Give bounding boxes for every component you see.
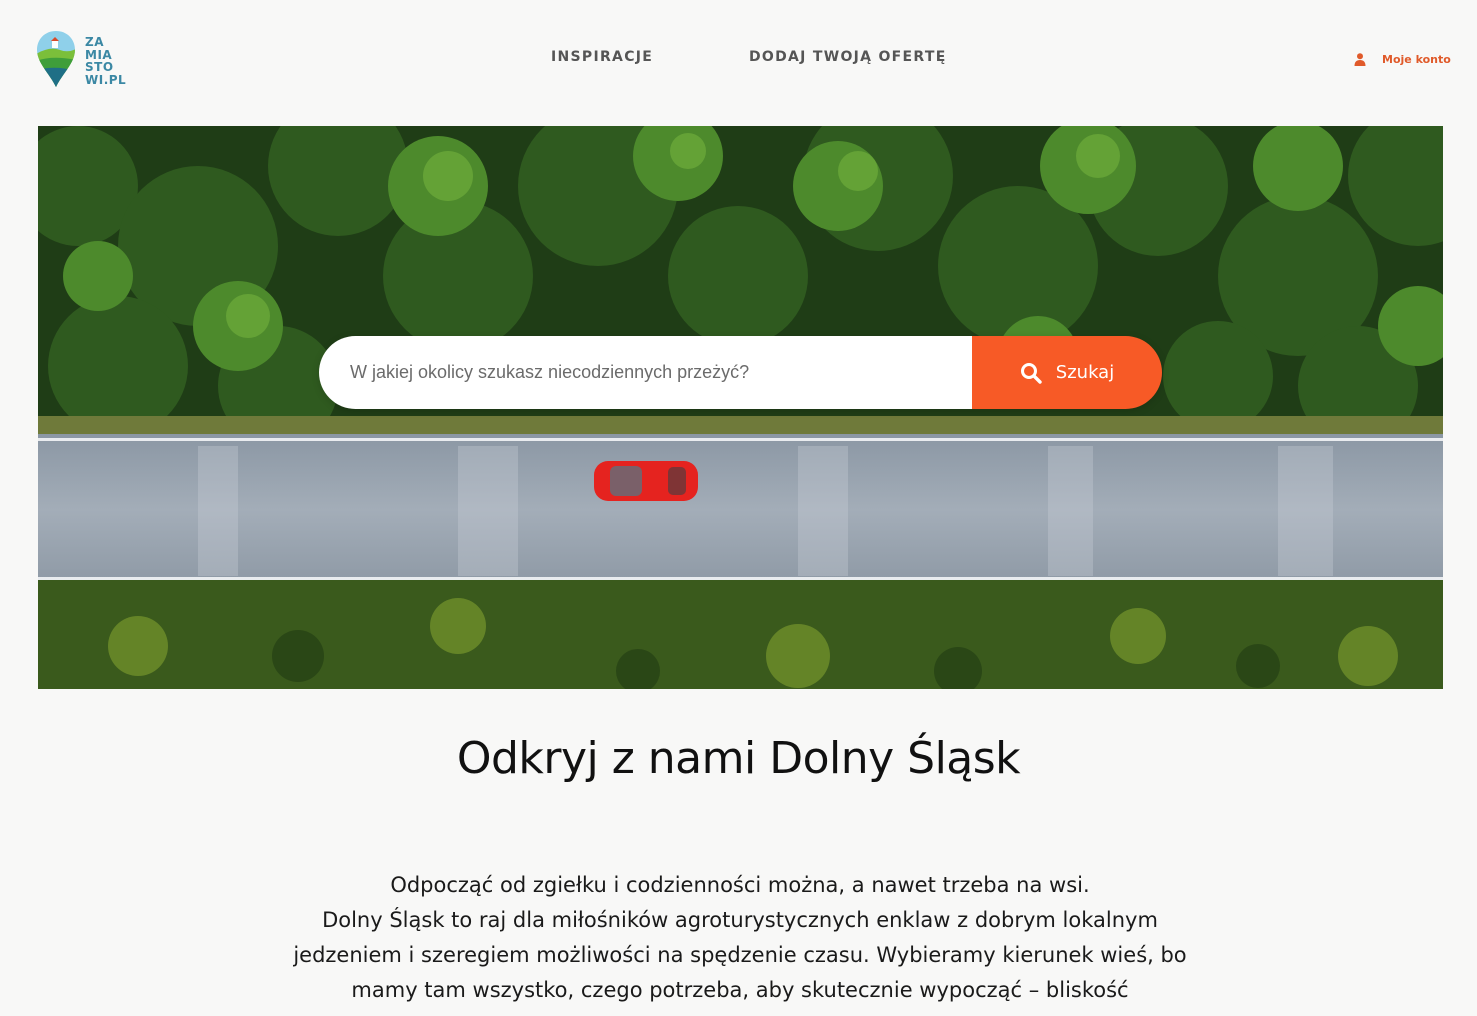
main-nav: INSPIRACJE DODAJ TWOJĄ OFERTĘ [0,49,1477,69]
nav-item-add-offer[interactable]: DODAJ TWOJĄ OFERTĘ [749,49,947,65]
my-account-label: Moje konto [1382,53,1451,66]
search-bar: Szukaj [319,336,1162,409]
page-title: Odkryj z nami Dolny Śląsk [456,733,1021,784]
search-button-label: Szukaj [1055,362,1115,383]
magnifier-icon [1020,362,1042,384]
hero-banner: Szukaj [38,126,1443,689]
intro-paragraph: Dolny Śląsk to raj dla miłośników agrotu… [293,908,1187,1002]
site-header: ZA MIA STO WI.PL INSPIRACJE DODAJ TWOJĄ … [0,0,1477,126]
intro-text: Odpocząć od zgiełku i codzienności można… [288,868,1192,1008]
search-button[interactable]: Szukaj [972,336,1162,409]
search-input[interactable] [319,336,972,409]
my-account-link[interactable]: Moje konto [1354,53,1451,66]
logo-line: WI.PL [85,72,127,87]
nav-item-inspiracje[interactable]: INSPIRACJE [551,49,653,65]
user-icon [1354,53,1366,66]
red-car [594,461,698,501]
intro-paragraph: Odpocząć od zgiełku i codzienności można… [390,873,1090,897]
logo-line: ZA [85,35,104,49]
